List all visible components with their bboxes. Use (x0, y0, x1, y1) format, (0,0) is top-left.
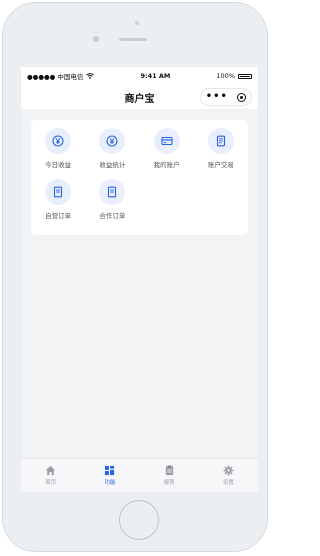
front-camera (135, 21, 139, 25)
yen-coin-icon (99, 128, 126, 154)
camera-dot (93, 36, 99, 42)
function-card: 今日收益 收益统计 我的账户 账户交易自营订单 合作订单 (31, 120, 248, 235)
function-tile[interactable]: 今日收益 (31, 128, 85, 169)
miniprogram-capsule: ••• (200, 88, 252, 106)
yen-coin-icon (45, 128, 72, 154)
receipt-icon (207, 128, 234, 154)
document-icon (45, 179, 72, 205)
battery-percent: 100% (216, 72, 235, 80)
function-tile[interactable]: 合作订单 (85, 179, 139, 220)
function-tile[interactable]: 我的账户 (140, 128, 194, 169)
function-tile[interactable]: 自营订单 (31, 179, 85, 220)
gear-icon (223, 465, 234, 476)
function-tile[interactable]: 收益统计 (85, 128, 139, 169)
target-icon[interactable] (237, 92, 247, 102)
battery-icon (238, 73, 252, 79)
function-tile-label: 合作订单 (99, 212, 126, 220)
document-icon (99, 179, 126, 205)
carrier-label: ●●●●● 中国电信 (27, 73, 84, 81)
tab-reports[interactable]: 报表 (149, 465, 189, 486)
tab-home[interactable]: 首页 (31, 465, 71, 486)
function-tile[interactable]: 账户交易 (194, 128, 248, 169)
status-right: 100% (216, 72, 252, 80)
tab-settings-label: 设置 (222, 480, 234, 486)
function-tile-label: 今日收益 (45, 161, 72, 169)
clipboard-icon (165, 465, 173, 476)
home-button[interactable] (119, 500, 159, 540)
tab-bar: 首页 功能 报表 设置 (21, 458, 258, 492)
page-title: 商户宝 (124, 93, 155, 105)
status-time: 9:41 AM (140, 72, 171, 80)
nav-bar: 商户宝 ••• (21, 85, 258, 109)
app-screen: ●●●●● 中国电信 9:41 AM 100% 商户宝 ••• 今日收益 收益统… (21, 67, 258, 492)
grid-icon (105, 465, 115, 476)
function-tile-label: 收益统计 (99, 161, 126, 169)
tab-functions-label: 功能 (104, 480, 116, 486)
wifi-icon (86, 73, 95, 79)
phone-frame: ●●●●● 中国电信 9:41 AM 100% 商户宝 ••• 今日收益 收益统… (2, 2, 268, 552)
ellipsis-icon[interactable]: ••• (206, 92, 228, 102)
function-tile-label: 账户交易 (207, 161, 234, 169)
tab-functions[interactable]: 功能 (90, 465, 130, 486)
function-tile-label: 自营订单 (45, 212, 72, 220)
tab-home-label: 首页 (45, 480, 57, 486)
tab-reports-label: 报表 (163, 480, 175, 486)
status-left: ●●●●● 中国电信 (27, 71, 95, 81)
card-icon (153, 128, 180, 154)
home-icon (46, 465, 56, 476)
tab-settings[interactable]: 设置 (208, 465, 248, 486)
function-grid: 今日收益 收益统计 我的账户 账户交易自营订单 合作订单 (31, 120, 248, 220)
status-bar: ●●●●● 中国电信 9:41 AM 100% (21, 67, 258, 85)
function-tile-label: 我的账户 (153, 161, 180, 169)
earpiece-speaker (119, 38, 147, 41)
